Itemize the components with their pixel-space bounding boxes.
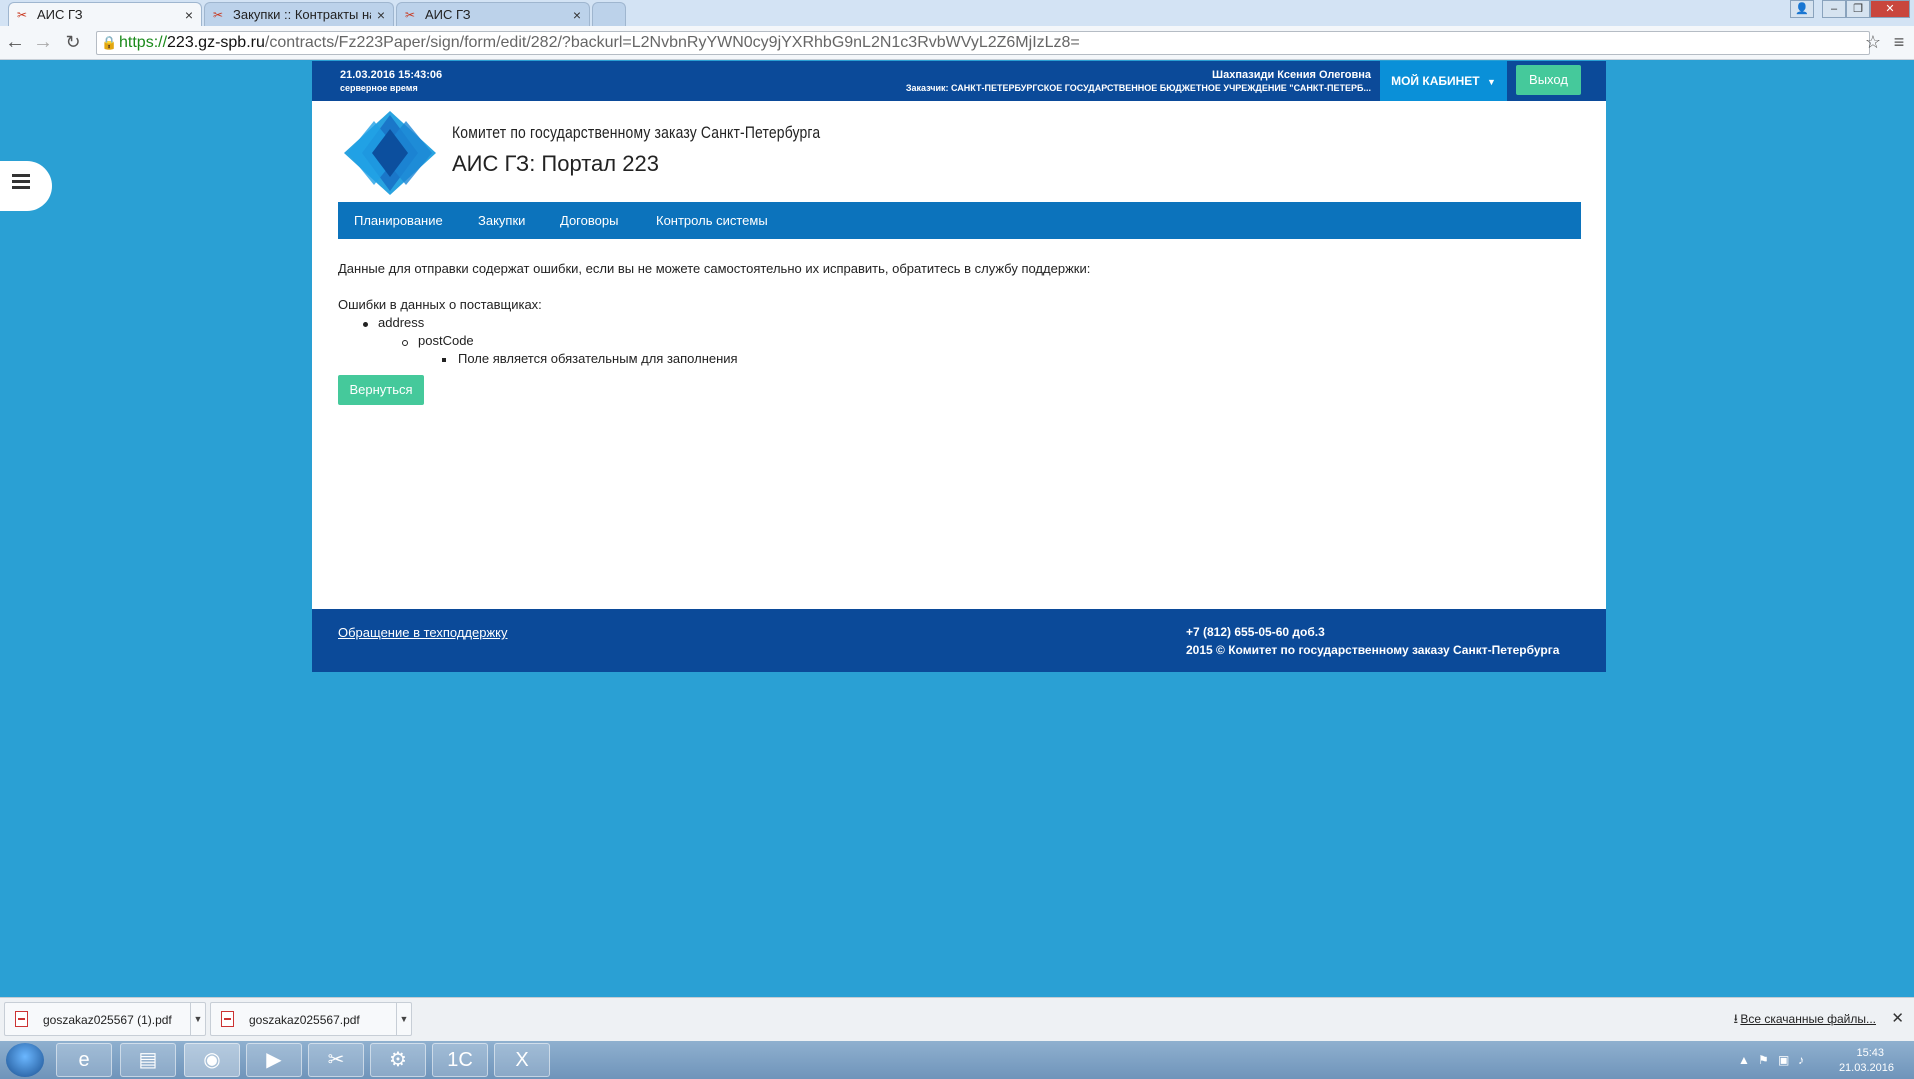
menu-icon[interactable]: ≡ <box>1888 32 1910 54</box>
network-app-icon[interactable]: ⚙ <box>370 1043 426 1077</box>
close-icon[interactable]: × <box>573 7 581 23</box>
file-explorer-icon[interactable]: ▤ <box>120 1043 176 1077</box>
chevron-down-icon[interactable]: ▼ <box>190 1003 205 1035</box>
user-name: Шахпазиди Ксения Олеговна <box>1212 69 1371 81</box>
flag-icon[interactable]: ⚑ <box>1758 1053 1769 1067</box>
all-downloads-link[interactable]: Все скачанные файлы... <box>1740 1012 1876 1026</box>
tab-zakupki[interactable]: ✂ Закупки :: Контракты на × <box>204 2 394 26</box>
download-icon: ⭳ <box>1733 1011 1738 1026</box>
copyright: 2015 © Комитет по государственному заказ… <box>1186 643 1560 657</box>
forward-arrow-icon[interactable]: → <box>32 32 54 54</box>
download-item[interactable]: goszakaz025567.pdf ▼ <box>210 1002 412 1036</box>
top-info-bar: 21.03.2016 15:43:06 серверное время Шахп… <box>312 61 1606 101</box>
list-bullet <box>442 358 446 362</box>
side-menu-button[interactable] <box>0 161 52 211</box>
page-container: 21.03.2016 15:43:06 серверное время Шахп… <box>312 61 1606 672</box>
address-bar[interactable]: 🔒 https://223.gz-spb.ru/contracts/Fz223P… <box>96 31 1870 55</box>
close-icon[interactable]: ✕ <box>1891 1009 1904 1027</box>
url-path: /contracts/Fz223Paper/sign/form/edit/282… <box>264 34 1080 51</box>
tab-ais-gz-2[interactable]: ✂ АИС ГЗ × <box>396 2 590 26</box>
list-bullet <box>363 322 368 327</box>
close-icon[interactable]: × <box>185 7 193 23</box>
site-favicon-icon: ✂ <box>17 7 28 22</box>
close-window-icon[interactable]: ✕ <box>1870 0 1910 18</box>
chevron-down-icon[interactable]: ▼ <box>396 1003 411 1035</box>
media-player-icon[interactable]: ▶ <box>246 1043 302 1077</box>
tab-label: АИС ГЗ <box>37 7 83 22</box>
download-item[interactable]: goszakaz025567 (1).pdf ▼ <box>4 1002 206 1036</box>
customer-name: Заказчик: САНКТ-ПЕТЕРБУРГСКОЕ ГОСУДАРСТВ… <box>905 83 1371 93</box>
system-tray: ▲ ⚑ ▣ ♪ 15:43 21.03.2016 <box>1690 1043 1914 1077</box>
pdf-file-icon <box>15 1011 28 1027</box>
support-phone: +7 (812) 655-05-60 доб.3 <box>1186 625 1325 639</box>
org-name: Комитет по государственному заказу Санкт… <box>452 123 821 142</box>
nav-planning[interactable]: Планирование <box>354 202 443 239</box>
nav-system-control[interactable]: Контроль системы <box>656 202 768 239</box>
internet-explorer-icon[interactable]: e <box>56 1043 112 1077</box>
site-favicon-icon: ✂ <box>213 7 224 22</box>
error-subfield: postCode <box>418 333 474 348</box>
main-navigation: Планирование Закупки Договоры Контроль с… <box>338 202 1581 239</box>
downloads-bar: goszakaz025567 (1).pdf ▼ goszakaz025567.… <box>0 997 1914 1041</box>
server-time: 21.03.2016 15:43:06 <box>340 69 443 81</box>
clock-time[interactable]: 15:43 <box>1856 1047 1884 1059</box>
clock-date[interactable]: 21.03.2016 <box>1839 1062 1894 1074</box>
excel-icon[interactable]: X <box>494 1043 550 1077</box>
minimize-icon[interactable]: – <box>1822 0 1846 18</box>
site-favicon-icon: ✂ <box>405 7 416 22</box>
back-button[interactable]: Вернуться <box>338 375 424 405</box>
my-cabinet-button[interactable]: МОЙ КАБИНЕТ ▼ <box>1380 61 1507 101</box>
restore-icon[interactable]: ❐ <box>1846 0 1870 18</box>
network-icon[interactable]: ▣ <box>1778 1053 1789 1067</box>
url-host: 223.gz-spb.ru <box>167 34 265 51</box>
nav-contracts[interactable]: Договоры <box>560 202 618 239</box>
1c-app-icon[interactable]: 1C <box>432 1043 488 1077</box>
browser-toolbar: ← → ↻ 🔒 https://223.gz-spb.ru/contracts/… <box>0 26 1914 60</box>
lock-icon: 🔒 <box>101 35 118 50</box>
portal-title: АИС ГЗ: Портал 223 <box>452 151 659 176</box>
tab-label: АИС ГЗ <box>425 7 471 22</box>
hamburger-icon <box>12 174 30 177</box>
new-tab-button[interactable] <box>592 2 626 26</box>
taskbar: e ▤ ◉ ▶ ✂ ⚙ 1C X ▲ ⚑ ▣ ♪ 15:43 21.03.201… <box>0 1041 1914 1079</box>
error-field: address <box>378 315 425 330</box>
user-icon[interactable]: 👤 <box>1790 0 1814 18</box>
list-bullet <box>402 340 408 346</box>
caret-down-icon: ▼ <box>1486 77 1496 87</box>
support-link[interactable]: Обращение в техподдержку <box>338 625 508 640</box>
chrome-icon[interactable]: ◉ <box>184 1043 240 1077</box>
download-filename: goszakaz025567 (1).pdf <box>43 1013 172 1027</box>
error-message: Данные для отправки содержат ошибки, есл… <box>338 261 1091 276</box>
error-text: Поле является обязательным для заполнени… <box>458 351 738 366</box>
star-icon[interactable]: ☆ <box>1862 32 1884 54</box>
browser-tab-strip: ✂ АИС ГЗ × ✂ Закупки :: Контракты на × ✂… <box>0 0 1914 26</box>
tab-ais-gz[interactable]: ✂ АИС ГЗ × <box>8 2 202 26</box>
speaker-icon[interactable]: ♪ <box>1798 1053 1804 1067</box>
chevron-up-icon[interactable]: ▲ <box>1738 1053 1750 1067</box>
pdf-file-icon <box>221 1011 234 1027</box>
scissors-app-icon[interactable]: ✂ <box>308 1043 364 1077</box>
reload-icon[interactable]: ↻ <box>62 32 84 54</box>
start-button[interactable] <box>6 1043 44 1077</box>
url-scheme: https:// <box>119 34 168 51</box>
tab-label: Закупки :: Контракты на <box>233 7 371 22</box>
logo-icon <box>344 111 436 195</box>
my-cabinet-label: МОЙ КАБИНЕТ <box>1391 74 1480 88</box>
footer: Обращение в техподдержку +7 (812) 655-05… <box>312 609 1606 672</box>
server-time-label: серверное время <box>340 83 418 93</box>
nav-purchases[interactable]: Закупки <box>478 202 525 239</box>
back-arrow-icon[interactable]: ← <box>4 32 26 54</box>
download-filename: goszakaz025567.pdf <box>249 1013 360 1027</box>
errors-heading: Ошибки в данных о поставщиках: <box>338 297 542 312</box>
logout-button[interactable]: Выход <box>1516 65 1581 95</box>
close-icon[interactable]: × <box>377 7 385 23</box>
